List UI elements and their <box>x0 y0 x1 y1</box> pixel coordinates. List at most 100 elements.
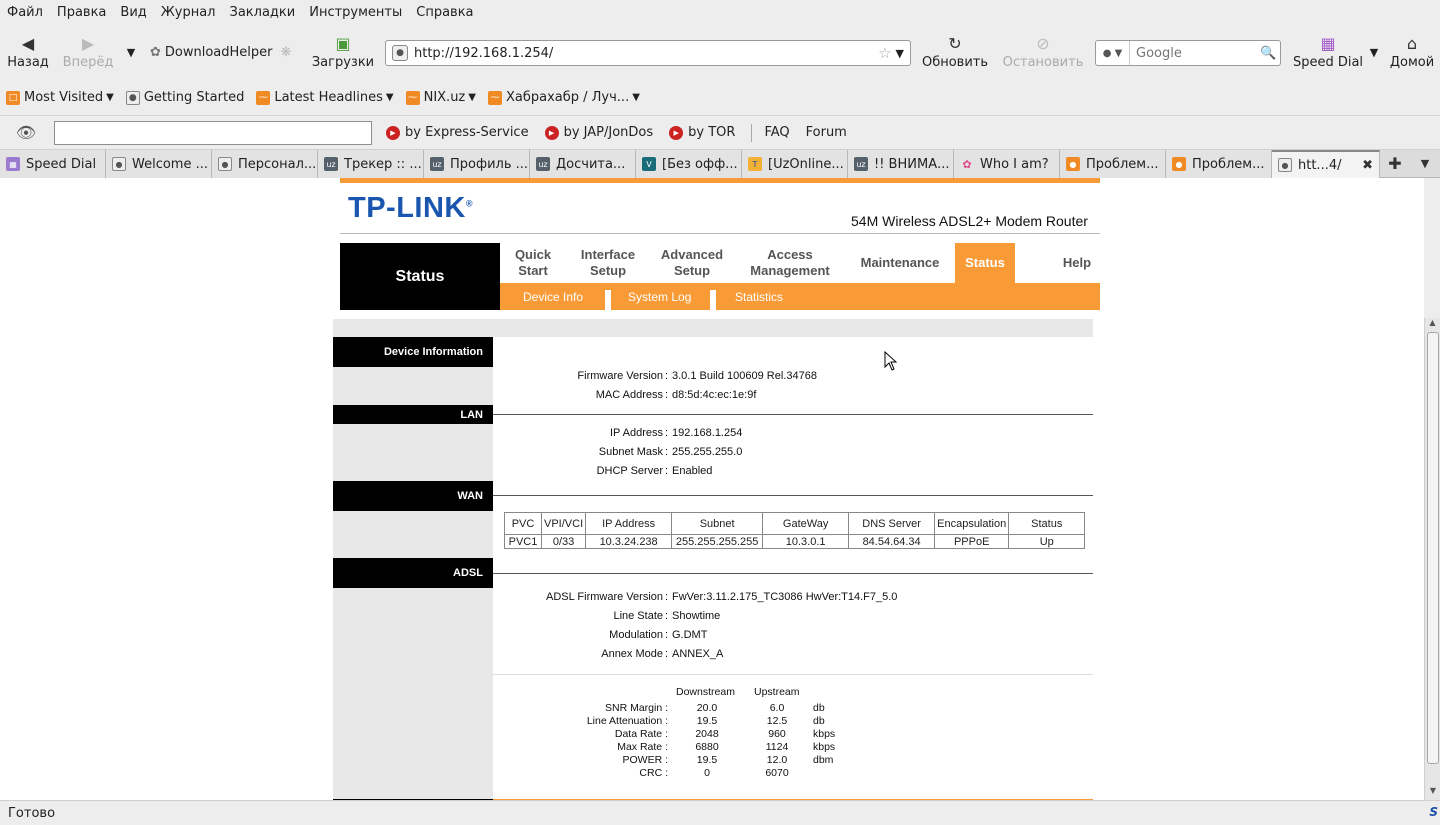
mac-address-row: MAC Address: d8:5d:4c:ec:1e:9f <box>493 387 757 403</box>
nav-advanced-setup[interactable]: Advanced Setup <box>652 243 732 283</box>
nav-status[interactable]: Status <box>955 243 1015 283</box>
tab-uzonline[interactable]: T [UzOnline... <box>742 150 848 178</box>
url-dropdown-icon[interactable]: ▼ <box>896 47 904 60</box>
link-tor[interactable]: ▶ by TOR <box>669 125 735 140</box>
chevron-down-icon: ▼ <box>126 45 136 59</box>
menu-view[interactable]: Вид <box>113 5 153 20</box>
nav-interface-setup[interactable]: Interface Setup <box>570 243 646 283</box>
nav-access-management[interactable]: Access Management <box>740 243 840 283</box>
section-divider <box>493 414 1093 415</box>
tab-label: Профиль ... <box>450 156 529 172</box>
eye-icon[interactable]: 👁 <box>6 123 46 142</box>
bookmark-latest-headlines[interactable]: ⁓ Latest Headlines ▼ <box>250 90 399 105</box>
url-bar[interactable]: ● http://192.168.1.254/ ☆ ▼ <box>385 40 911 66</box>
speed-dial-button[interactable]: ▦ Speed Dial <box>1290 26 1366 78</box>
url-text[interactable]: http://192.168.1.254/ <box>414 46 878 61</box>
tab-who-i-am[interactable]: ✿ Who I am? <box>954 150 1060 178</box>
bookmark-nix-uz[interactable]: ⁓ NIX.uz ▼ <box>400 90 482 105</box>
tab-welcome[interactable]: ● Welcome ... <box>106 150 212 178</box>
downloadhelper-button[interactable]: ✿ DownloadHelper ❋ <box>150 45 310 60</box>
subnav-device-info[interactable]: Device Info <box>523 283 583 310</box>
status-bar: Готово S <box>0 800 1440 825</box>
nav-maintenance[interactable]: Maintenance <box>850 243 950 283</box>
section-title: Status <box>340 243 500 310</box>
table-header: Encapsulation <box>934 512 1010 535</box>
forward-button[interactable]: ▶ Вперёд <box>56 26 120 78</box>
link-express-service[interactable]: ▶ by Express-Service <box>386 125 529 140</box>
tab-doschita[interactable]: uz Досчита... <box>530 150 636 178</box>
reload-button[interactable]: ↻ Обновить <box>918 26 992 78</box>
link-forum[interactable]: Forum <box>806 125 847 140</box>
section-sidebar-fill <box>333 511 493 558</box>
menu-help[interactable]: Справка <box>409 5 480 20</box>
subnav-system-log[interactable]: System Log <box>628 283 691 310</box>
stat-unit: db <box>813 702 825 714</box>
downloads-button[interactable]: ▣ Загрузки <box>310 26 376 78</box>
proxy-input[interactable] <box>54 120 372 145</box>
tab-personal[interactable]: ● Персонал... <box>212 150 318 178</box>
vertical-scrollbar[interactable]: ▲ ▼ <box>1424 318 1440 800</box>
tab-tracker[interactable]: uz Трекер :: ... <box>318 150 424 178</box>
speed-dial-dropdown[interactable]: ▼ <box>1366 26 1382 78</box>
menu-tools[interactable]: Инструменты <box>302 5 409 20</box>
tab-list-button[interactable]: ▼ <box>1410 150 1440 177</box>
stat-down: 19.5 <box>696 715 718 727</box>
table-cell: 255.255.255.255 <box>671 534 764 549</box>
status-text: Готово <box>8 805 56 821</box>
addon-status-icon[interactable]: S <box>1429 805 1438 819</box>
site-identity-icon[interactable]: ● <box>392 45 408 61</box>
search-input[interactable] <box>1130 45 1260 61</box>
stat-label: Line Attenuation : <box>586 715 668 727</box>
tab-bez-off[interactable]: V [Без офф... <box>636 150 742 178</box>
table-cell: 10.3.24.238 <box>585 534 673 549</box>
table-header: Status <box>1008 512 1086 535</box>
close-tab-icon[interactable]: ✖ <box>1362 158 1373 173</box>
home-button[interactable]: ⌂ Домой <box>1388 26 1436 78</box>
link-jap-jondos[interactable]: ▶ by JAP/JonDos <box>544 125 653 140</box>
table-cell: PVC1 <box>504 534 542 549</box>
colon: : <box>665 389 669 401</box>
table-header: IP Address <box>585 512 673 535</box>
menu-file[interactable]: Файл <box>0 5 50 20</box>
search-engine-icon[interactable]: ● ▼ <box>1096 41 1130 65</box>
downloads-icon: ▣ <box>335 33 351 53</box>
new-tab-button[interactable]: ✚ <box>1380 150 1410 177</box>
search-bar[interactable]: ● ▼ 🔍 <box>1095 40 1281 66</box>
bookmark-most-visited[interactable]: □ Most Visited ▼ <box>0 90 120 105</box>
tp-link-logo: TP-LINK® <box>348 192 473 225</box>
back-button[interactable]: ◀ Назад <box>0 26 56 78</box>
tab-label: Проблем... <box>1086 156 1159 172</box>
stat-down: 19.5 <box>696 754 718 766</box>
nav-help[interactable]: Help <box>1055 243 1099 283</box>
line-state-row: Line State: Showtime <box>493 608 720 624</box>
stat-label: SNR Margin : <box>604 702 668 714</box>
scroll-down-icon[interactable]: ▼ <box>1425 786 1440 800</box>
tab-speed-dial[interactable]: ▦ Speed Dial <box>0 150 106 178</box>
menu-bookmarks[interactable]: Закладки <box>223 5 303 20</box>
stop-button[interactable]: ⊘ Остановить <box>1000 26 1086 78</box>
field-label: DHCP Server <box>596 465 663 477</box>
tab-problem-2[interactable]: ● Проблем... <box>1166 150 1272 178</box>
tab-router-active[interactable]: ● htt...4/ ✖ <box>1272 150 1380 178</box>
tab-profile[interactable]: uz Профиль ... <box>424 150 530 178</box>
home-label: Домой <box>1389 54 1435 70</box>
link-faq[interactable]: FAQ <box>764 125 789 140</box>
tab-problem-1[interactable]: ● Проблем... <box>1060 150 1166 178</box>
subnav-statistics[interactable]: Statistics <box>735 283 783 310</box>
bookmark-star-icon[interactable]: ☆ <box>878 44 891 62</box>
nav-quick-start[interactable]: Quick Start <box>500 243 566 283</box>
tab-label: Speed Dial <box>26 156 97 172</box>
tab-vnimanie[interactable]: uz !! ВНИМА... <box>848 150 954 178</box>
scroll-up-icon[interactable]: ▲ <box>1425 318 1440 332</box>
stat-up: 6070 <box>765 767 789 779</box>
scrollbar-thumb[interactable] <box>1427 332 1439 764</box>
annex-mode-row: Annex Mode: ANNEX_A <box>493 646 723 662</box>
search-icon[interactable]: 🔍 <box>1260 46 1280 61</box>
model-name: 54M Wireless ADSL2+ Modem Router <box>851 213 1088 229</box>
menu-history[interactable]: Журнал <box>154 5 223 20</box>
bookmark-getting-started[interactable]: ● Getting Started <box>120 90 251 105</box>
history-dropdown[interactable]: ▼ <box>120 26 142 78</box>
menu-edit[interactable]: Правка <box>50 5 113 20</box>
section-sidebar-fill <box>333 367 493 405</box>
bookmark-habrahabr[interactable]: ⁓ Хабрахабр / Луч... ▼ <box>482 90 646 105</box>
